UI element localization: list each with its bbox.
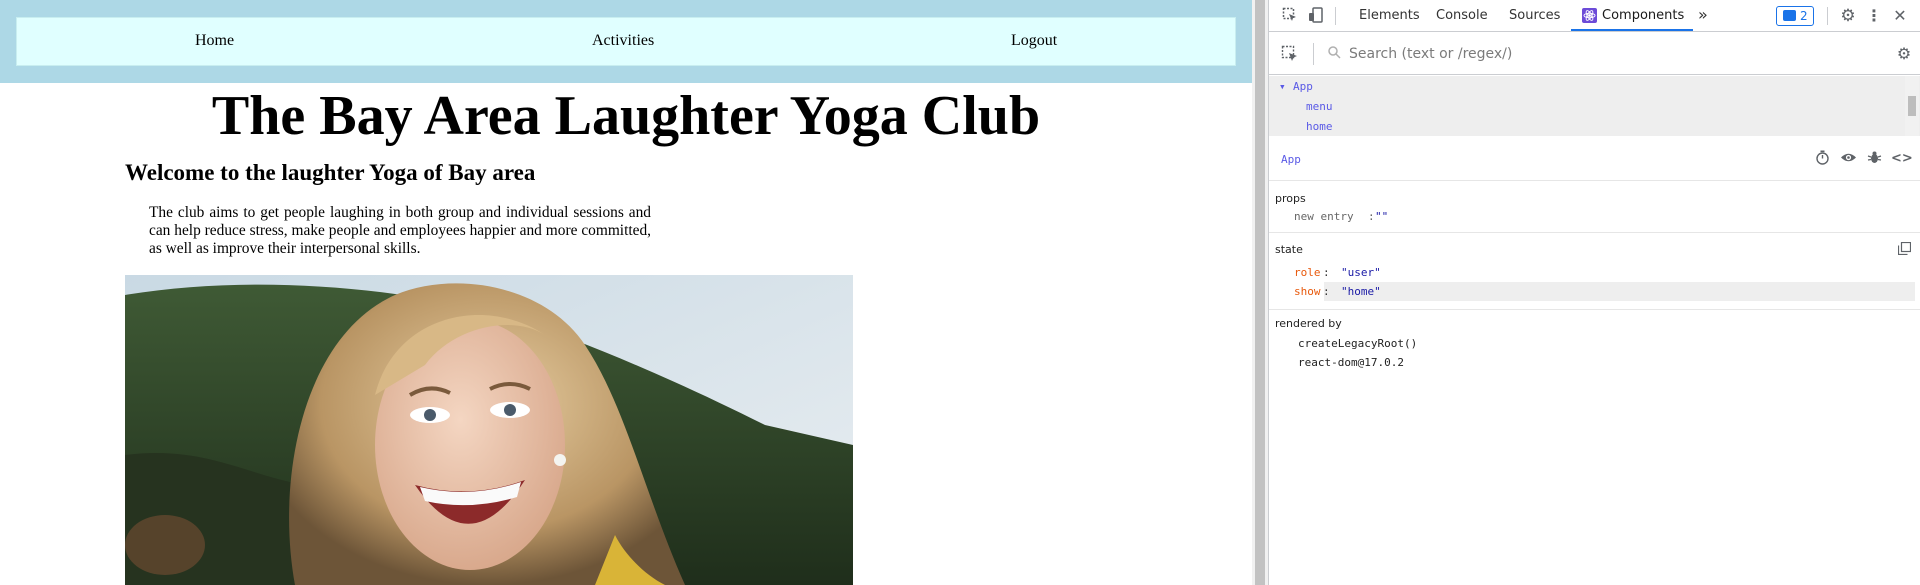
rendered-by-item[interactable]: createLegacyRoot()	[1298, 337, 1417, 350]
props-new-entry-value[interactable]: ""	[1375, 210, 1388, 223]
tab-sources[interactable]: Sources	[1509, 8, 1560, 23]
nav-menu: Home Activities Logout	[16, 17, 1236, 66]
component-tree: ▾ App menu home	[1269, 76, 1920, 136]
props-new-entry-key[interactable]: new entry	[1294, 210, 1354, 223]
props-colon: :	[1368, 210, 1375, 223]
issues-icon	[1783, 10, 1796, 21]
page-title: The Bay Area Laughter Yoga Club	[211, 85, 1041, 147]
page-scrollbar-thumb[interactable]	[1255, 0, 1265, 585]
club-description: The club aims to get people laughing in …	[149, 204, 651, 257]
state-colon: :	[1323, 285, 1330, 298]
state-section-title: state	[1275, 243, 1303, 256]
component-inspector: App <> props new entry : "" state role :…	[1269, 137, 1920, 585]
settings-gear-icon[interactable]: ⚙	[1839, 7, 1857, 25]
stopwatch-icon[interactable]	[1813, 150, 1831, 168]
tree-item-home[interactable]: home	[1306, 120, 1333, 133]
device-toolbar-icon[interactable]	[1307, 7, 1325, 25]
state-colon: :	[1323, 266, 1330, 279]
section-divider	[1269, 232, 1920, 233]
tree-item-app[interactable]: App	[1293, 80, 1313, 93]
component-search-bar: ⚙	[1269, 33, 1920, 75]
tree-item-menu[interactable]: menu	[1306, 100, 1333, 113]
state-show-key[interactable]: show	[1294, 285, 1321, 298]
selected-component-name: App	[1281, 153, 1301, 166]
close-icon[interactable]: ✕	[1891, 7, 1909, 25]
tree-expand-icon[interactable]: ▾	[1279, 80, 1286, 93]
search-input[interactable]	[1349, 43, 1849, 65]
inspector-header: App <>	[1269, 137, 1920, 181]
nav-home-link[interactable]: Home	[195, 32, 234, 50]
search-separator	[1313, 43, 1314, 65]
more-options-icon[interactable]: ⋮	[1865, 7, 1883, 25]
laughing-woman-photo	[125, 275, 853, 585]
tab-elements[interactable]: Elements	[1359, 8, 1420, 23]
toolbar-separator	[1335, 7, 1336, 25]
state-role-value[interactable]: "user"	[1341, 266, 1381, 279]
rendered-by-title: rendered by	[1275, 317, 1342, 330]
section-divider	[1269, 309, 1920, 310]
state-role-key[interactable]: role	[1294, 266, 1321, 279]
copy-icon[interactable]	[1897, 241, 1911, 256]
tab-console[interactable]: Console	[1436, 8, 1488, 23]
nav-logout-link[interactable]: Logout	[1011, 32, 1057, 50]
page-scrollbar[interactable]	[1252, 0, 1268, 585]
view-source-icon[interactable]: <>	[1891, 150, 1913, 168]
inspect-element-icon[interactable]	[1281, 7, 1299, 25]
select-component-icon[interactable]	[1281, 45, 1299, 63]
components-settings-icon[interactable]: ⚙	[1895, 45, 1913, 63]
nav-bar: Home Activities Logout	[0, 0, 1252, 83]
tree-scrollbar[interactable]	[1905, 76, 1919, 136]
eye-icon[interactable]	[1839, 150, 1857, 168]
web-page: Home Activities Logout The Bay Area Laug…	[0, 0, 1252, 585]
state-show-edit-row	[1324, 282, 1915, 301]
active-tab-indicator	[1571, 29, 1693, 31]
more-tabs-button[interactable]: »	[1698, 5, 1708, 24]
devtools-panel: Elements Console Sources Components » 2 …	[1268, 0, 1920, 585]
welcome-heading: Welcome to the laughter Yoga of Bay area	[125, 160, 536, 185]
devtools-toolbar: Elements Console Sources Components » 2 …	[1269, 0, 1920, 32]
tab-components[interactable]: Components	[1602, 8, 1684, 23]
nav-activities-link[interactable]: Activities	[592, 32, 654, 50]
issues-badge[interactable]: 2	[1776, 6, 1814, 26]
issues-count: 2	[1800, 9, 1808, 23]
rendered-by-item[interactable]: react-dom@17.0.2	[1298, 356, 1404, 369]
search-icon	[1325, 45, 1343, 63]
bug-icon[interactable]	[1865, 150, 1883, 168]
props-section-title: props	[1275, 192, 1306, 205]
state-show-value-input[interactable]: "home"	[1341, 285, 1381, 298]
tree-scrollbar-thumb[interactable]	[1908, 96, 1916, 116]
react-components-icon	[1582, 8, 1597, 23]
toolbar-separator	[1827, 7, 1828, 25]
